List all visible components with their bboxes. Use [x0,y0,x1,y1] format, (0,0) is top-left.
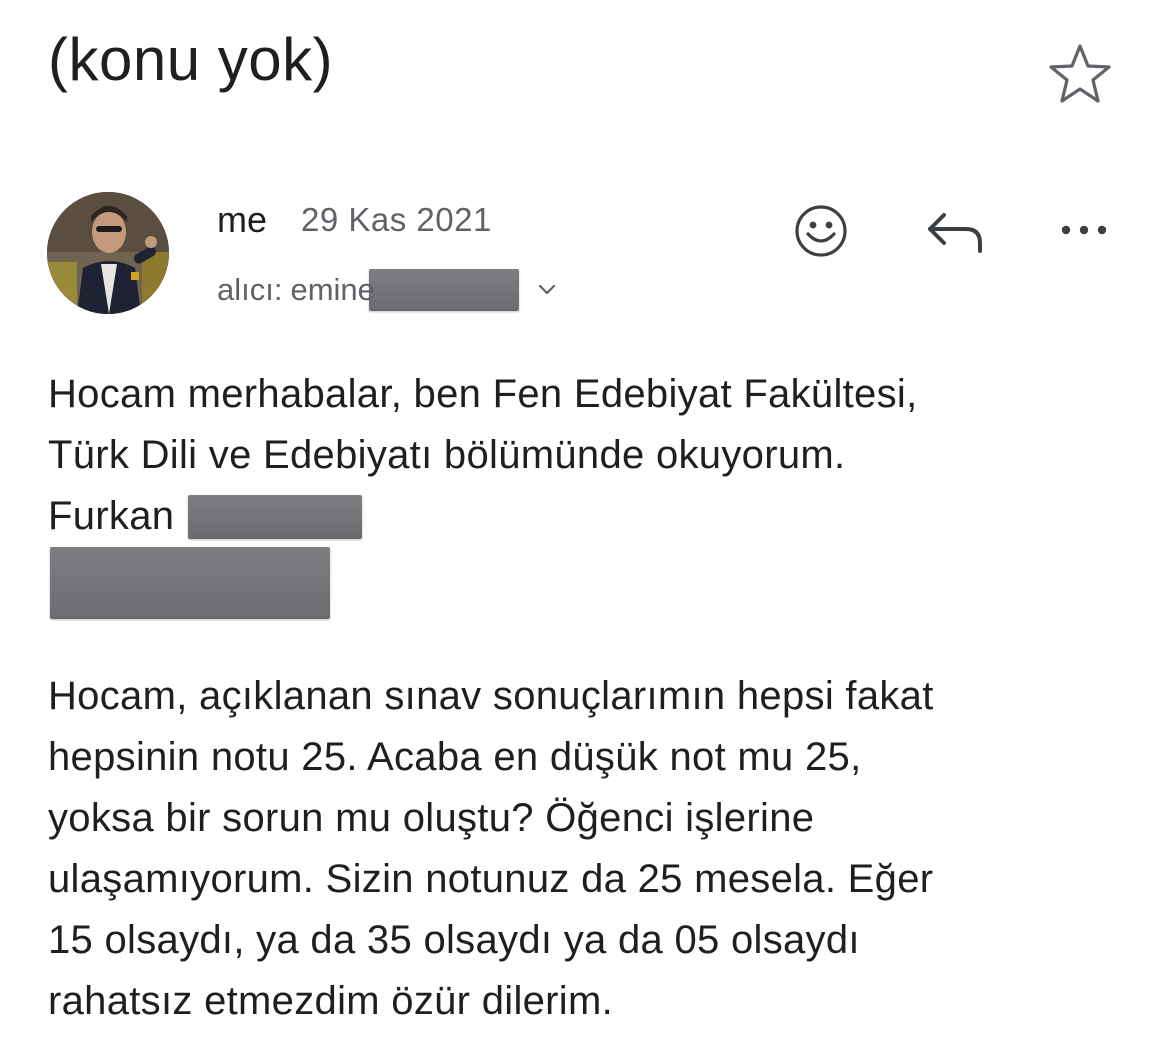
more-icon[interactable] [1056,215,1112,245]
redaction-bar [188,494,363,539]
recipient-details-toggle[interactable]: alıcı: emine [217,268,559,312]
reply-icon[interactable] [922,203,988,259]
body-line: Türk Dili ve Edebiyatı bölümünde okuyoru… [48,433,846,477]
emoji-icon[interactable] [793,203,849,259]
body-line: 15 olsaydı, ya da 35 olsaydı ya da 05 ol… [48,918,860,962]
star-icon[interactable] [1046,40,1114,108]
recipient-value: emine [290,272,375,307]
body-line: hepsinin notu 25. Acaba en düşük not mu … [48,735,862,779]
email-body-intro: Hocam merhabalar, ben Fen Edebiyat Fakül… [48,364,1138,619]
body-line: rahatsız etmezdim özür dilerim. [48,979,614,1023]
signature-name: Furkan [48,494,175,538]
body-line: Hocam merhabalar, ben Fen Edebiyat Fakül… [48,372,918,416]
email-view: (konu yok) me 29 Kas 2021 alıcı: emine H… [0,0,1169,1046]
chevron-down-icon [538,284,556,295]
body-line: ulaşamıyorum. Sizin notunuz da 25 mesela… [48,857,934,901]
body-line: yoksa bir sorun mu oluştu? Öğenci işleri… [48,796,815,840]
email-subject: (konu yok) [48,26,334,93]
recipient-label: alıcı: [217,272,283,307]
signature-line: Furkan [48,486,1138,547]
email-body-message: Hocam, açıklanan sınav sonuçlarımın heps… [48,666,1138,1032]
sender-name: me [217,199,268,240]
redaction-bar [50,547,330,619]
message-date: 29 Kas 2021 [301,201,492,238]
redaction-bar [368,269,519,311]
avatar-photo [47,192,169,314]
body-line: Hocam, açıklanan sınav sonuçlarımın heps… [48,674,934,718]
avatar[interactable] [47,192,169,314]
